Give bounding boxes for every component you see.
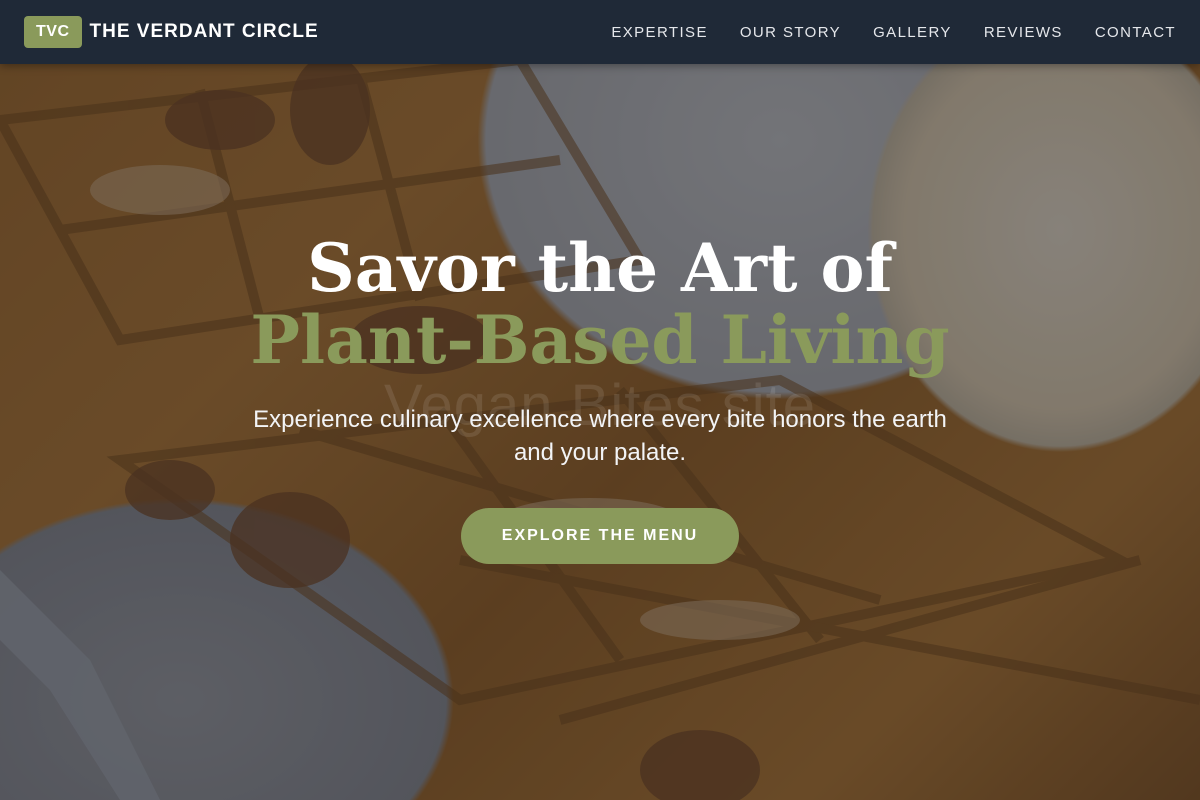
hero-section: Vegan Bites site Savor the Art of Plant-… — [0, 0, 1200, 800]
nav-link-expertise[interactable]: EXPERTISE — [611, 24, 708, 41]
brand-logo-link[interactable]: TVC THE VERDANT CIRCLE — [24, 16, 319, 48]
hero-subtitle: Experience culinary excellence where eve… — [253, 406, 947, 466]
hero-headline-line2: Plant-Based Living — [250, 301, 950, 379]
hero-headline-line1: Savor the Art of — [307, 229, 893, 307]
hero-headline: Savor the Art of Plant-Based Living — [0, 232, 1200, 376]
nav-link-gallery[interactable]: GALLERY — [873, 24, 952, 41]
top-navigation-bar: TVC THE VERDANT CIRCLE EXPERTISE OUR STO… — [0, 0, 1200, 64]
explore-menu-button[interactable]: EXPLORE THE MENU — [461, 508, 739, 564]
nav-link-our-story[interactable]: OUR STORY — [740, 24, 841, 41]
nav-links: EXPERTISE OUR STORY GALLERY REVIEWS CONT… — [611, 24, 1176, 41]
landing-page: TVC THE VERDANT CIRCLE EXPERTISE OUR STO… — [0, 0, 1200, 800]
nav-link-contact[interactable]: CONTACT — [1095, 24, 1176, 41]
brand-badge: TVC — [24, 16, 82, 48]
nav-link-reviews[interactable]: REVIEWS — [984, 24, 1063, 41]
brand-name: THE VERDANT CIRCLE — [89, 21, 319, 42]
